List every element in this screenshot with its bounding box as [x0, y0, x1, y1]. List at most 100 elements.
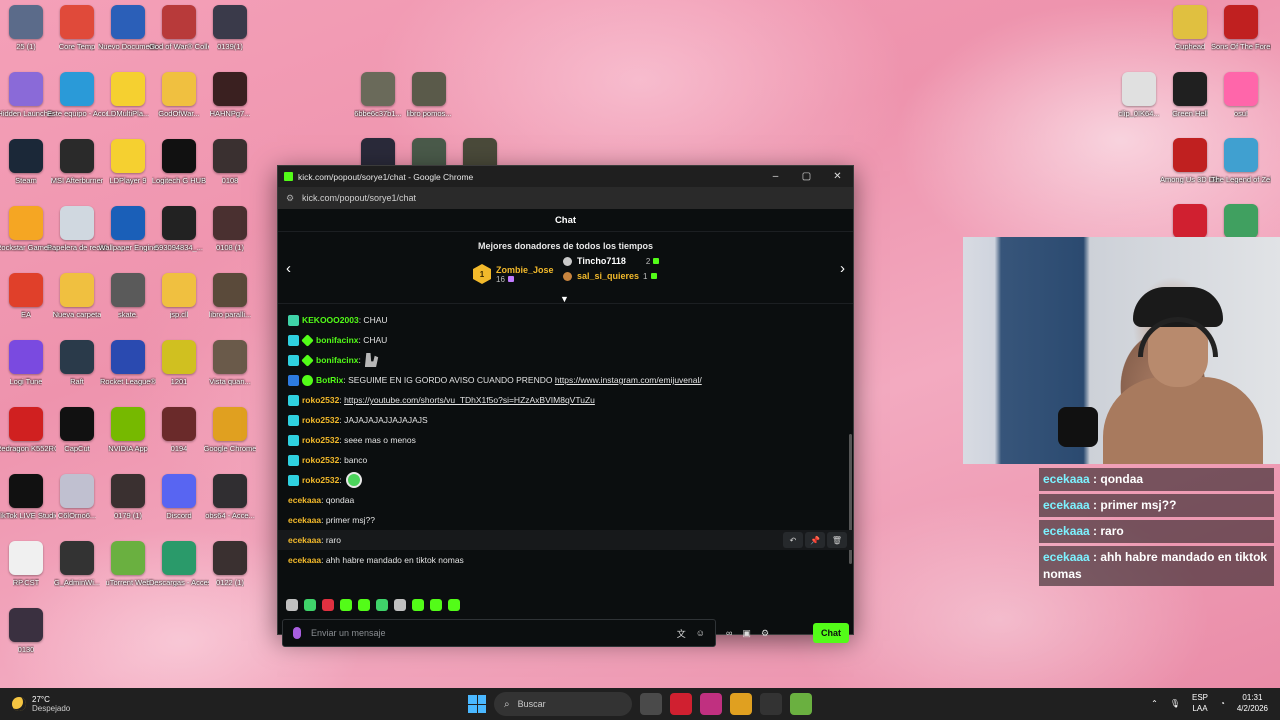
desktop-icon[interactable]: 0139(1) — [200, 5, 260, 67]
chat-message[interactable]: BotRix: SEGUIME EN IG GORDO AVISO CUANDO… — [278, 370, 853, 390]
chat-message[interactable]: roko2532: banco — [278, 450, 853, 470]
quick-emote-icon[interactable] — [394, 599, 406, 611]
chat-message[interactable]: bonifacinx: CHAU — [278, 330, 853, 350]
quick-emote-icon[interactable] — [322, 599, 334, 611]
minimize-button[interactable]: – — [760, 166, 791, 187]
chat-username[interactable]: ecekaaa — [288, 555, 321, 565]
quick-emote-bar — [278, 594, 853, 616]
chat-message[interactable]: ecekaaa: primer msj?? — [278, 510, 853, 530]
app-icon — [162, 541, 196, 575]
app-icon — [60, 541, 94, 575]
lang-line1: ESP — [1192, 693, 1209, 702]
donor-third[interactable]: sal_si_quieres 1 — [563, 271, 657, 281]
emoji-icon[interactable]: ☺ — [696, 628, 705, 638]
chat-link[interactable]: https://youtube.com/shorts/vu_TDhX1f5o?s… — [344, 395, 595, 405]
chevron-right-icon[interactable]: › — [840, 260, 845, 277]
chat-username[interactable]: roko2532 — [302, 415, 339, 425]
address-bar[interactable]: ⚙ kick.com/popout/sorye1/chat — [278, 187, 853, 209]
gear-icon[interactable]: ⚙ — [761, 628, 769, 639]
kicks-gem-icon — [650, 273, 657, 280]
chat-message[interactable]: ecekaaa: ahh habre mandado en tiktok nom… — [278, 550, 853, 570]
desktop-icon-label: NVIDIA App — [108, 444, 148, 453]
taskbar-app-icon[interactable] — [640, 693, 662, 715]
chat-message[interactable]: roko2532: — [278, 470, 853, 490]
desktop-icon[interactable]: 0130 — [0, 608, 56, 670]
window-titlebar[interactable]: kick.com/popout/sorye1/chat - Google Chr… — [278, 166, 853, 187]
desktop-icon[interactable]: Sons Of The Forest — [1211, 5, 1271, 67]
infinity-icon[interactable]: ∞ — [726, 628, 732, 638]
pin-icon[interactable]: 📌 — [805, 532, 825, 548]
quick-emote-icon[interactable] — [358, 599, 370, 611]
desktop-icon[interactable]: 0122 (1) — [200, 541, 260, 603]
desktop-icon[interactable]: HAHNPg7... — [200, 72, 260, 134]
gift-box-icon[interactable]: ▣ — [742, 628, 751, 639]
desktop-icon[interactable]: Vista quan... — [200, 340, 260, 402]
quick-emote-icon[interactable] — [376, 599, 388, 611]
taskbar-app-icon[interactable] — [790, 693, 812, 715]
chat-message[interactable]: KEKOOO2003: CHAU — [278, 310, 853, 330]
taskbar-search[interactable]: ⌕ Buscar — [494, 692, 632, 716]
send-chat-button[interactable]: Chat — [813, 623, 849, 643]
desktop-icon[interactable]: Google Chrome — [200, 407, 260, 469]
desktop-icon[interactable]: 0108 — [200, 139, 260, 201]
quick-emote-icon[interactable] — [430, 599, 442, 611]
desktop-icon[interactable]: libro pomos... — [399, 72, 459, 134]
chat-username[interactable]: roko2532 — [302, 475, 339, 485]
taskbar-app-icon[interactable] — [670, 693, 692, 715]
chat-link[interactable]: https://www.instagram.com/emijuvenal/ — [555, 375, 702, 385]
chat-message[interactable]: roko2532: https://youtube.com/shorts/vu_… — [278, 390, 853, 410]
quick-emote-icon[interactable] — [286, 599, 298, 611]
donor-second[interactable]: Tincho7118 2 — [563, 256, 660, 266]
language-indicator[interactable]: ESP LAA — [1192, 692, 1208, 714]
chat-username[interactable]: BotRix — [316, 375, 343, 385]
diamond-badge-icon — [301, 353, 314, 367]
chat-username[interactable]: ecekaaa — [288, 495, 321, 505]
rank-badge-gold: 1 — [473, 264, 491, 284]
chat-username[interactable]: roko2532 — [302, 395, 339, 405]
translate-icon[interactable]: 文 — [677, 627, 686, 640]
chat-username[interactable]: bonifacinx — [316, 355, 359, 365]
reply-icon[interactable]: ↶ — [783, 532, 803, 548]
mic-icon[interactable] — [293, 627, 301, 639]
wifi-icon[interactable]: ◔ — [1220, 699, 1225, 708]
desktop-icon[interactable]: 0108 (1) — [200, 206, 260, 268]
chat-message[interactable]: bonifacinx: — [278, 350, 853, 370]
quick-emote-icon[interactable] — [448, 599, 460, 611]
chat-message[interactable]: roko2532: JAJAJAJAJJAJAJAJS — [278, 410, 853, 430]
start-button[interactable] — [468, 695, 486, 713]
chevron-up-icon[interactable]: ⌃ — [1151, 699, 1158, 708]
site-settings-icon[interactable]: ⚙ — [286, 193, 296, 203]
chat-username[interactable]: KEKOOO2003 — [302, 315, 359, 325]
clock[interactable]: 01:31 4/2/2026 — [1237, 692, 1268, 714]
chat-username[interactable]: roko2532 — [302, 435, 339, 445]
quick-emote-icon[interactable] — [304, 599, 316, 611]
chat-username[interactable]: ecekaaa — [288, 515, 321, 525]
chat-username[interactable]: roko2532 — [302, 455, 339, 465]
desktop-icon[interactable]: libro paralli... — [200, 273, 260, 335]
maximize-button[interactable]: ▢ — [791, 166, 822, 187]
desktop-icon-label: 0179 (1) — [114, 511, 142, 520]
chat-message[interactable]: ecekaaa: qondaa — [278, 490, 853, 510]
chat-message[interactable]: roko2532: seee mas o menos — [278, 430, 853, 450]
microphone-icon[interactable]: 🎙 — [1170, 699, 1180, 708]
app-icon — [9, 5, 43, 39]
chat-username[interactable]: bonifacinx — [316, 335, 359, 345]
weather-widget[interactable]: 27°C Despejado — [12, 695, 70, 713]
donor-first[interactable]: 1 Zombie_Jose 16 — [473, 264, 554, 284]
chat-username[interactable]: ecekaaa — [288, 535, 321, 545]
chevron-left-icon[interactable]: ‹ — [286, 260, 291, 277]
taskbar-app-icon[interactable] — [760, 693, 782, 715]
desktop-icon[interactable]: obs64 - Acce... — [200, 474, 260, 536]
quick-emote-icon[interactable] — [412, 599, 424, 611]
delete-icon[interactable]: 🗑 — [827, 532, 847, 548]
chat-input[interactable]: Enviar un mensaje 文 ☺ — [282, 619, 716, 647]
desktop-icon[interactable]: osu! — [1211, 72, 1271, 134]
close-button[interactable]: ✕ — [822, 166, 853, 187]
quick-emote-icon[interactable] — [340, 599, 352, 611]
collapse-icon[interactable]: ▼ — [560, 294, 569, 304]
app-icon — [9, 206, 43, 240]
desktop-icon[interactable]: The Legend of Zelda Bri... — [1211, 138, 1271, 200]
taskbar-app-icon[interactable] — [730, 693, 752, 715]
chat-message[interactable]: ecekaaa: raro ↶ 📌 🗑 — [278, 530, 853, 550]
taskbar-app-icon[interactable] — [700, 693, 722, 715]
